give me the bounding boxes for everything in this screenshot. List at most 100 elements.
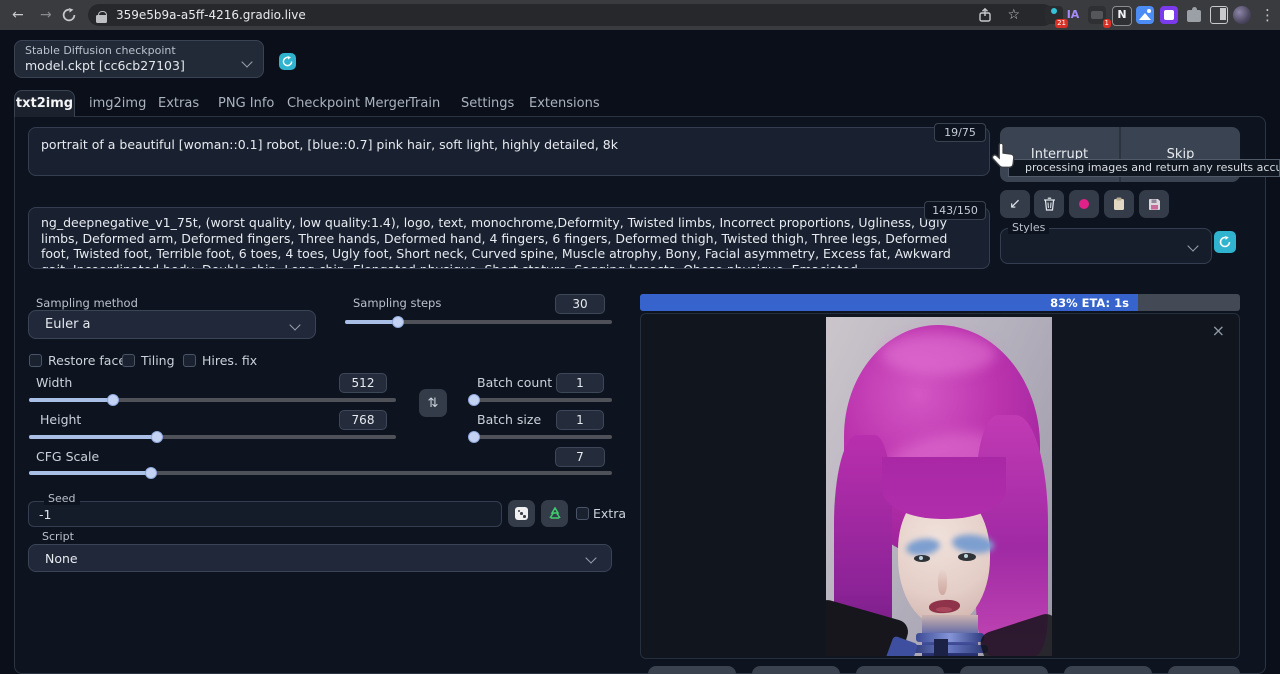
height-slider[interactable] xyxy=(29,431,396,443)
restore-faces-checkbox[interactable] xyxy=(29,354,42,367)
tab-settings[interactable]: Settings xyxy=(461,96,514,111)
clipboard-icon xyxy=(1113,197,1125,211)
extensions-puzzle-icon[interactable] xyxy=(1185,6,1203,24)
tab-img2img[interactable]: img2img xyxy=(89,96,146,111)
tab-png-info[interactable]: PNG Info xyxy=(218,96,274,111)
recycle-icon xyxy=(548,507,562,520)
sampling-method-dropdown[interactable]: Euler a xyxy=(28,310,316,339)
chevron-down-icon xyxy=(585,552,596,563)
browser-toolbar: ← → 359e5b9a-a5ff-4216.gradio.live ☆ 21 … xyxy=(0,0,1280,30)
checkpoint-value: model.ckpt [cc6cb27103] xyxy=(25,58,185,73)
script-dropdown[interactable]: None xyxy=(28,544,612,572)
chevron-down-icon xyxy=(289,319,300,330)
refresh-icon xyxy=(1219,236,1231,248)
negative-token-counter: 143/150 xyxy=(924,201,986,220)
batch-count-label: Batch count xyxy=(477,375,552,390)
tab-txt2img[interactable]: txt2img xyxy=(14,90,75,117)
trash-icon xyxy=(1043,197,1056,211)
refresh-icon[interactable] xyxy=(62,8,76,22)
sampling-method-label: Sampling method xyxy=(36,296,138,310)
extension-icon-purple[interactable] xyxy=(1160,6,1178,24)
clear-prompt-button[interactable] xyxy=(1034,190,1064,218)
restore-faces-label: Restore faces xyxy=(48,353,133,368)
tab-checkpoint-merger[interactable]: Checkpoint Merger xyxy=(287,96,410,111)
sampling-method-value: Euler a xyxy=(45,317,91,332)
gallery-action-button[interactable] xyxy=(1064,666,1152,674)
sampling-steps-value[interactable]: 30 xyxy=(555,294,605,314)
refresh-icon xyxy=(282,56,293,67)
prompt-token-counter: 19/75 xyxy=(934,123,986,142)
profile-avatar[interactable] xyxy=(1233,6,1251,24)
styles-refresh-button[interactable] xyxy=(1214,231,1236,253)
script-label: Script xyxy=(38,530,78,543)
floppy-disk-icon xyxy=(1148,198,1161,211)
prompt-input[interactable]: portrait of a beautiful [woman::0.1] rob… xyxy=(28,127,990,176)
cfg-scale-slider[interactable] xyxy=(29,467,612,479)
extension-icon-ia[interactable]: IA xyxy=(1064,6,1082,24)
tiling-checkbox[interactable] xyxy=(122,354,135,367)
address-bar[interactable]: 359e5b9a-a5ff-4216.gradio.live ☆ xyxy=(88,4,1054,26)
hires-fix-label: Hires. fix xyxy=(202,353,257,368)
swap-dimensions-button[interactable]: ⇅ xyxy=(419,389,447,417)
width-value[interactable]: 512 xyxy=(339,373,387,393)
extra-seed-checkbox[interactable] xyxy=(576,507,589,520)
hires-fix-checkbox[interactable] xyxy=(183,354,196,367)
back-icon[interactable]: ← xyxy=(12,0,24,30)
width-label: Width xyxy=(36,375,72,390)
gallery-action-button[interactable] xyxy=(1168,666,1240,674)
bookmark-star-icon[interactable]: ☆ xyxy=(1007,4,1020,26)
cfg-scale-value[interactable]: 7 xyxy=(555,447,605,467)
random-seed-button[interactable] xyxy=(508,500,535,527)
chevron-down-icon xyxy=(241,56,252,67)
sampling-steps-slider[interactable] xyxy=(345,316,612,328)
batch-size-slider[interactable] xyxy=(470,431,612,443)
gallery-action-button[interactable] xyxy=(752,666,840,674)
tab-extensions[interactable]: Extensions xyxy=(529,96,600,111)
height-value[interactable]: 768 xyxy=(339,410,387,430)
batch-count-slider[interactable] xyxy=(470,394,612,406)
progress-text: 83% ETA: 1s xyxy=(1050,296,1138,310)
reuse-seed-button[interactable] xyxy=(541,500,568,527)
tab-extras[interactable]: Extras xyxy=(158,96,199,111)
batch-count-value[interactable]: 1 xyxy=(556,373,604,393)
height-label: Height xyxy=(40,412,81,427)
styles-label: Styles xyxy=(1008,221,1049,234)
extension-icon-notion[interactable]: N xyxy=(1112,6,1132,26)
checkpoint-refresh-button[interactable] xyxy=(279,53,296,70)
seed-label: Seed xyxy=(44,492,80,505)
checkpoint-dropdown[interactable]: Stable Diffusion checkpoint model.ckpt [… xyxy=(14,40,264,78)
chevron-down-icon xyxy=(1187,240,1198,251)
generated-image[interactable] xyxy=(826,317,1052,656)
image-preview-panel: × xyxy=(640,313,1240,659)
sampling-steps-label: Sampling steps xyxy=(353,296,441,310)
tiling-label: Tiling xyxy=(141,353,175,368)
extension-icon-camera[interactable]: 1 xyxy=(1088,6,1106,24)
swap-arrows-icon: ⇅ xyxy=(428,396,439,411)
share-icon[interactable] xyxy=(978,8,992,22)
tab-train[interactable]: Train xyxy=(409,96,440,111)
negative-prompt-input[interactable]: ng_deepnegative_v1_75t, (worst quality, … xyxy=(28,207,990,269)
arrow-down-left-icon: ↙ xyxy=(1009,196,1021,212)
extension-badge: 1 xyxy=(1103,19,1111,28)
browser-menu-icon[interactable]: ⋮ xyxy=(1260,3,1275,27)
gallery-action-button[interactable] xyxy=(648,666,736,674)
pink-dot-icon xyxy=(1079,199,1089,209)
cfg-scale-label: CFG Scale xyxy=(36,449,99,464)
extension-icon-dot[interactable]: 21 xyxy=(1045,6,1063,24)
gallery-action-button[interactable] xyxy=(960,666,1048,674)
seed-input[interactable] xyxy=(28,501,502,527)
apply-style-button[interactable] xyxy=(1104,190,1134,218)
forward-icon[interactable]: → xyxy=(40,0,52,30)
sidebar-toggle-icon[interactable] xyxy=(1210,6,1228,24)
close-icon[interactable]: × xyxy=(1212,323,1225,339)
width-slider[interactable] xyxy=(29,394,396,406)
batch-size-value[interactable]: 1 xyxy=(556,410,604,430)
save-style-button[interactable] xyxy=(1139,190,1169,218)
dice-icon xyxy=(515,507,528,520)
mouse-cursor-hand-icon xyxy=(990,142,1018,174)
progress-bar-fill: 83% ETA: 1s xyxy=(640,294,1138,311)
gallery-action-button[interactable] xyxy=(856,666,944,674)
paste-params-button[interactable]: ↙ xyxy=(1000,190,1030,218)
extra-networks-button[interactable] xyxy=(1069,190,1099,218)
extension-icon-photos[interactable] xyxy=(1136,6,1154,24)
